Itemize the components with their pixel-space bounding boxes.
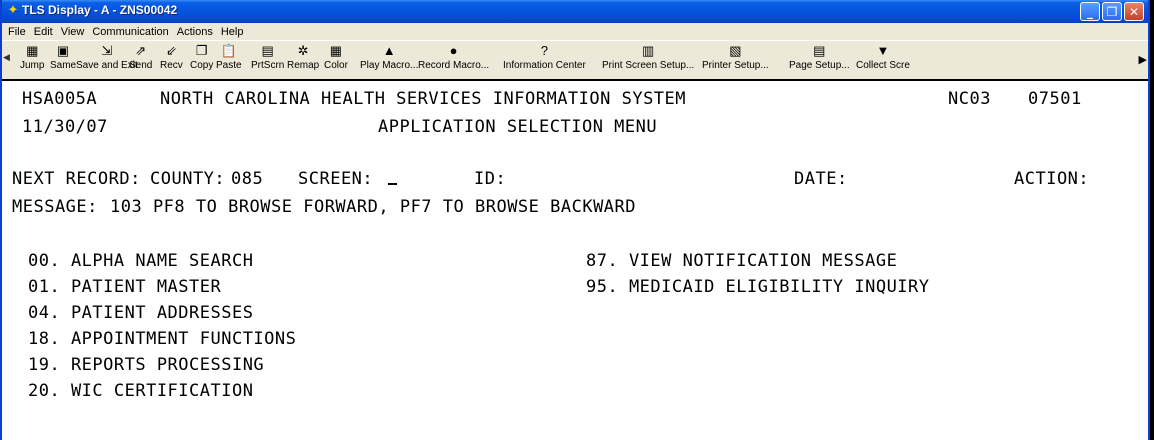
menu-option: 18. APPOINTMENT FUNCTIONS (28, 329, 297, 349)
toolbar-button-label: Print Screen Setup... (602, 60, 695, 71)
jump-icon: ▦ (26, 43, 39, 58)
title-bar[interactable]: ✦ TLS Display - A - ZNS00042 _ ❐ ✕ (2, 0, 1148, 23)
menu-actions[interactable]: Actions (173, 26, 217, 38)
menu-communication[interactable]: Communication (88, 26, 172, 38)
window-title: TLS Display - A - ZNS00042 (22, 3, 178, 17)
toolbar-button-label: Record Macro... (418, 60, 490, 71)
system-title: NORTH CAROLINA HEALTH SERVICES INFORMATI… (160, 89, 687, 109)
message-text: 103 PF8 TO BROWSE FORWARD, PF7 TO BROWSE… (110, 197, 637, 217)
toolbar-record-macro-button[interactable]: ● Record Macro... (418, 43, 489, 71)
toolbar-button-label: Same (50, 60, 77, 71)
screen-input[interactable] (388, 169, 397, 190)
toolbar-button-label: Play Macro... (360, 60, 419, 71)
toolbar-page-setup-button[interactable]: ▤ Page Setup... (789, 43, 850, 71)
window-controls: _ ❐ ✕ (1080, 2, 1144, 21)
app-window: ✦ TLS Display - A - ZNS00042 _ ❐ ✕ File … (0, 0, 1150, 440)
screen-date: 11/30/07 (22, 117, 108, 137)
minimize-icon: _ (1087, 4, 1093, 19)
send-icon: ⇗ (135, 43, 147, 58)
id-label: ID: (474, 169, 507, 189)
toolbar-print-screen-button[interactable]: ▤ PrtScrn (251, 43, 284, 71)
menu-title: APPLICATION SELECTION MENU (378, 117, 658, 137)
region-code: NC03 (948, 89, 991, 109)
next-record-label: NEXT RECORD: (12, 169, 141, 189)
program-id: HSA005A (22, 89, 98, 109)
remap-icon: ✲ (297, 43, 309, 58)
toolbar-color-button[interactable]: ▦ Color (324, 43, 348, 71)
toolbar-remap-button[interactable]: ✲ Remap (287, 43, 319, 71)
toolbar-button-label: Collect Scre (856, 60, 910, 71)
collect-screen-icon: ▼ (876, 43, 890, 58)
copy-icon: ❐ (195, 43, 208, 58)
menu-view[interactable]: View (57, 26, 89, 38)
save-exit-icon: ⇲ (101, 43, 113, 58)
paste-icon: 📋 (220, 43, 237, 58)
toolbar-recv-button[interactable]: ⇙ Recv (160, 43, 183, 71)
minimize-button[interactable]: _ (1080, 2, 1100, 21)
toolbar-button-label: Printer Setup... (702, 60, 769, 71)
same-icon: ▣ (56, 43, 70, 58)
toolbar-play-macro-button[interactable]: ▲ Play Macro... (360, 43, 418, 71)
county-value[interactable]: 085 (231, 169, 263, 189)
toolbar-same-button[interactable]: ▣ Same (50, 43, 76, 71)
menu-option: 20. WIC CERTIFICATION (28, 381, 254, 401)
menu-option: 19. REPORTS PROCESSING (28, 355, 265, 375)
color-icon: ▦ (329, 43, 343, 58)
toolbar: ◀ ▶ ▦ Jump ▣ Same ⇲ Save and Exit ⇗ Send ⇙ Recv ❐ C… (2, 40, 1148, 80)
action-label: ACTION: (1014, 169, 1090, 189)
information-icon: ? (540, 43, 549, 58)
toolbar-copy-button[interactable]: ❐ Copy (190, 43, 213, 71)
menu-option: 00. ALPHA NAME SEARCH (28, 251, 254, 271)
printer-setup-icon: ▧ (729, 43, 742, 58)
toolbar-button-label: Send (129, 60, 153, 71)
date-label: DATE: (794, 169, 848, 189)
toolbar-button-label: Information Center (503, 60, 586, 71)
menu-option: 04. PATIENT ADDRESSES (28, 303, 254, 323)
recv-icon: ⇙ (165, 43, 177, 58)
toolbar-send-button[interactable]: ⇗ Send (129, 43, 152, 71)
toolbar-collect-screen-button[interactable]: ▼ Collect Scre (856, 43, 910, 71)
app-icon[interactable]: ✦ (6, 4, 20, 18)
print-setup-icon: ▥ (641, 43, 655, 58)
toolbar-button-label: Page Setup... (789, 60, 850, 71)
menu-file[interactable]: File (4, 26, 30, 38)
menu-option: 01. PATIENT MASTER (28, 277, 222, 297)
toolbar-button-label: Copy (190, 60, 214, 71)
terminal-screen[interactable]: HSA005A NORTH CAROLINA HEALTH SERVICES I… (2, 79, 1148, 440)
message-label: MESSAGE: (12, 197, 98, 217)
toolbar-button-label: Paste (216, 60, 242, 71)
close-icon: ✕ (1128, 4, 1140, 19)
maximize-button[interactable]: ❐ (1102, 2, 1122, 21)
toolbar-printer-setup-button[interactable]: ▧ Printer Setup... (702, 43, 769, 71)
cursor (388, 169, 397, 185)
menu-bar: File Edit View Communication Actions Hel… (2, 23, 1148, 40)
menu-option: 87. VIEW NOTIFICATION MESSAGE (586, 251, 898, 271)
close-button[interactable]: ✕ (1124, 2, 1144, 21)
print-screen-icon: ▤ (261, 43, 274, 58)
toolbar-button-label: PrtScrn (251, 60, 285, 71)
toolbar-button-label: Jump (20, 60, 45, 71)
play-macro-icon: ▲ (382, 43, 396, 58)
menu-edit[interactable]: Edit (30, 26, 57, 38)
toolbar-button-label: Color (324, 60, 348, 71)
toolbar-button-label: Remap (287, 60, 320, 71)
toolbar-information-button[interactable]: ? Information Center (503, 43, 586, 71)
screen-label: SCREEN: (298, 169, 374, 189)
toolbar-jump-button[interactable]: ▦ Jump (20, 43, 44, 71)
menu-help[interactable]: Help (217, 26, 248, 38)
toolbar-button-label: Recv (160, 60, 183, 71)
toolbar-scroll-left-icon[interactable]: ◀ (3, 53, 10, 63)
restore-icon: ❐ (1106, 4, 1118, 19)
record-macro-icon: ● (449, 43, 458, 58)
terminal-code: 07501 (1028, 89, 1082, 109)
toolbar-print-setup-button[interactable]: ▥ Print Screen Setup... (602, 43, 694, 71)
county-label: COUNTY: (150, 169, 226, 189)
page-setup-icon: ▤ (813, 43, 826, 58)
toolbar-scroll-right-icon[interactable]: ▶ (1139, 53, 1147, 66)
toolbar-paste-button[interactable]: 📋 Paste (216, 43, 242, 71)
menu-option: 95. MEDICAID ELIGIBILITY INQUIRY (586, 277, 930, 297)
